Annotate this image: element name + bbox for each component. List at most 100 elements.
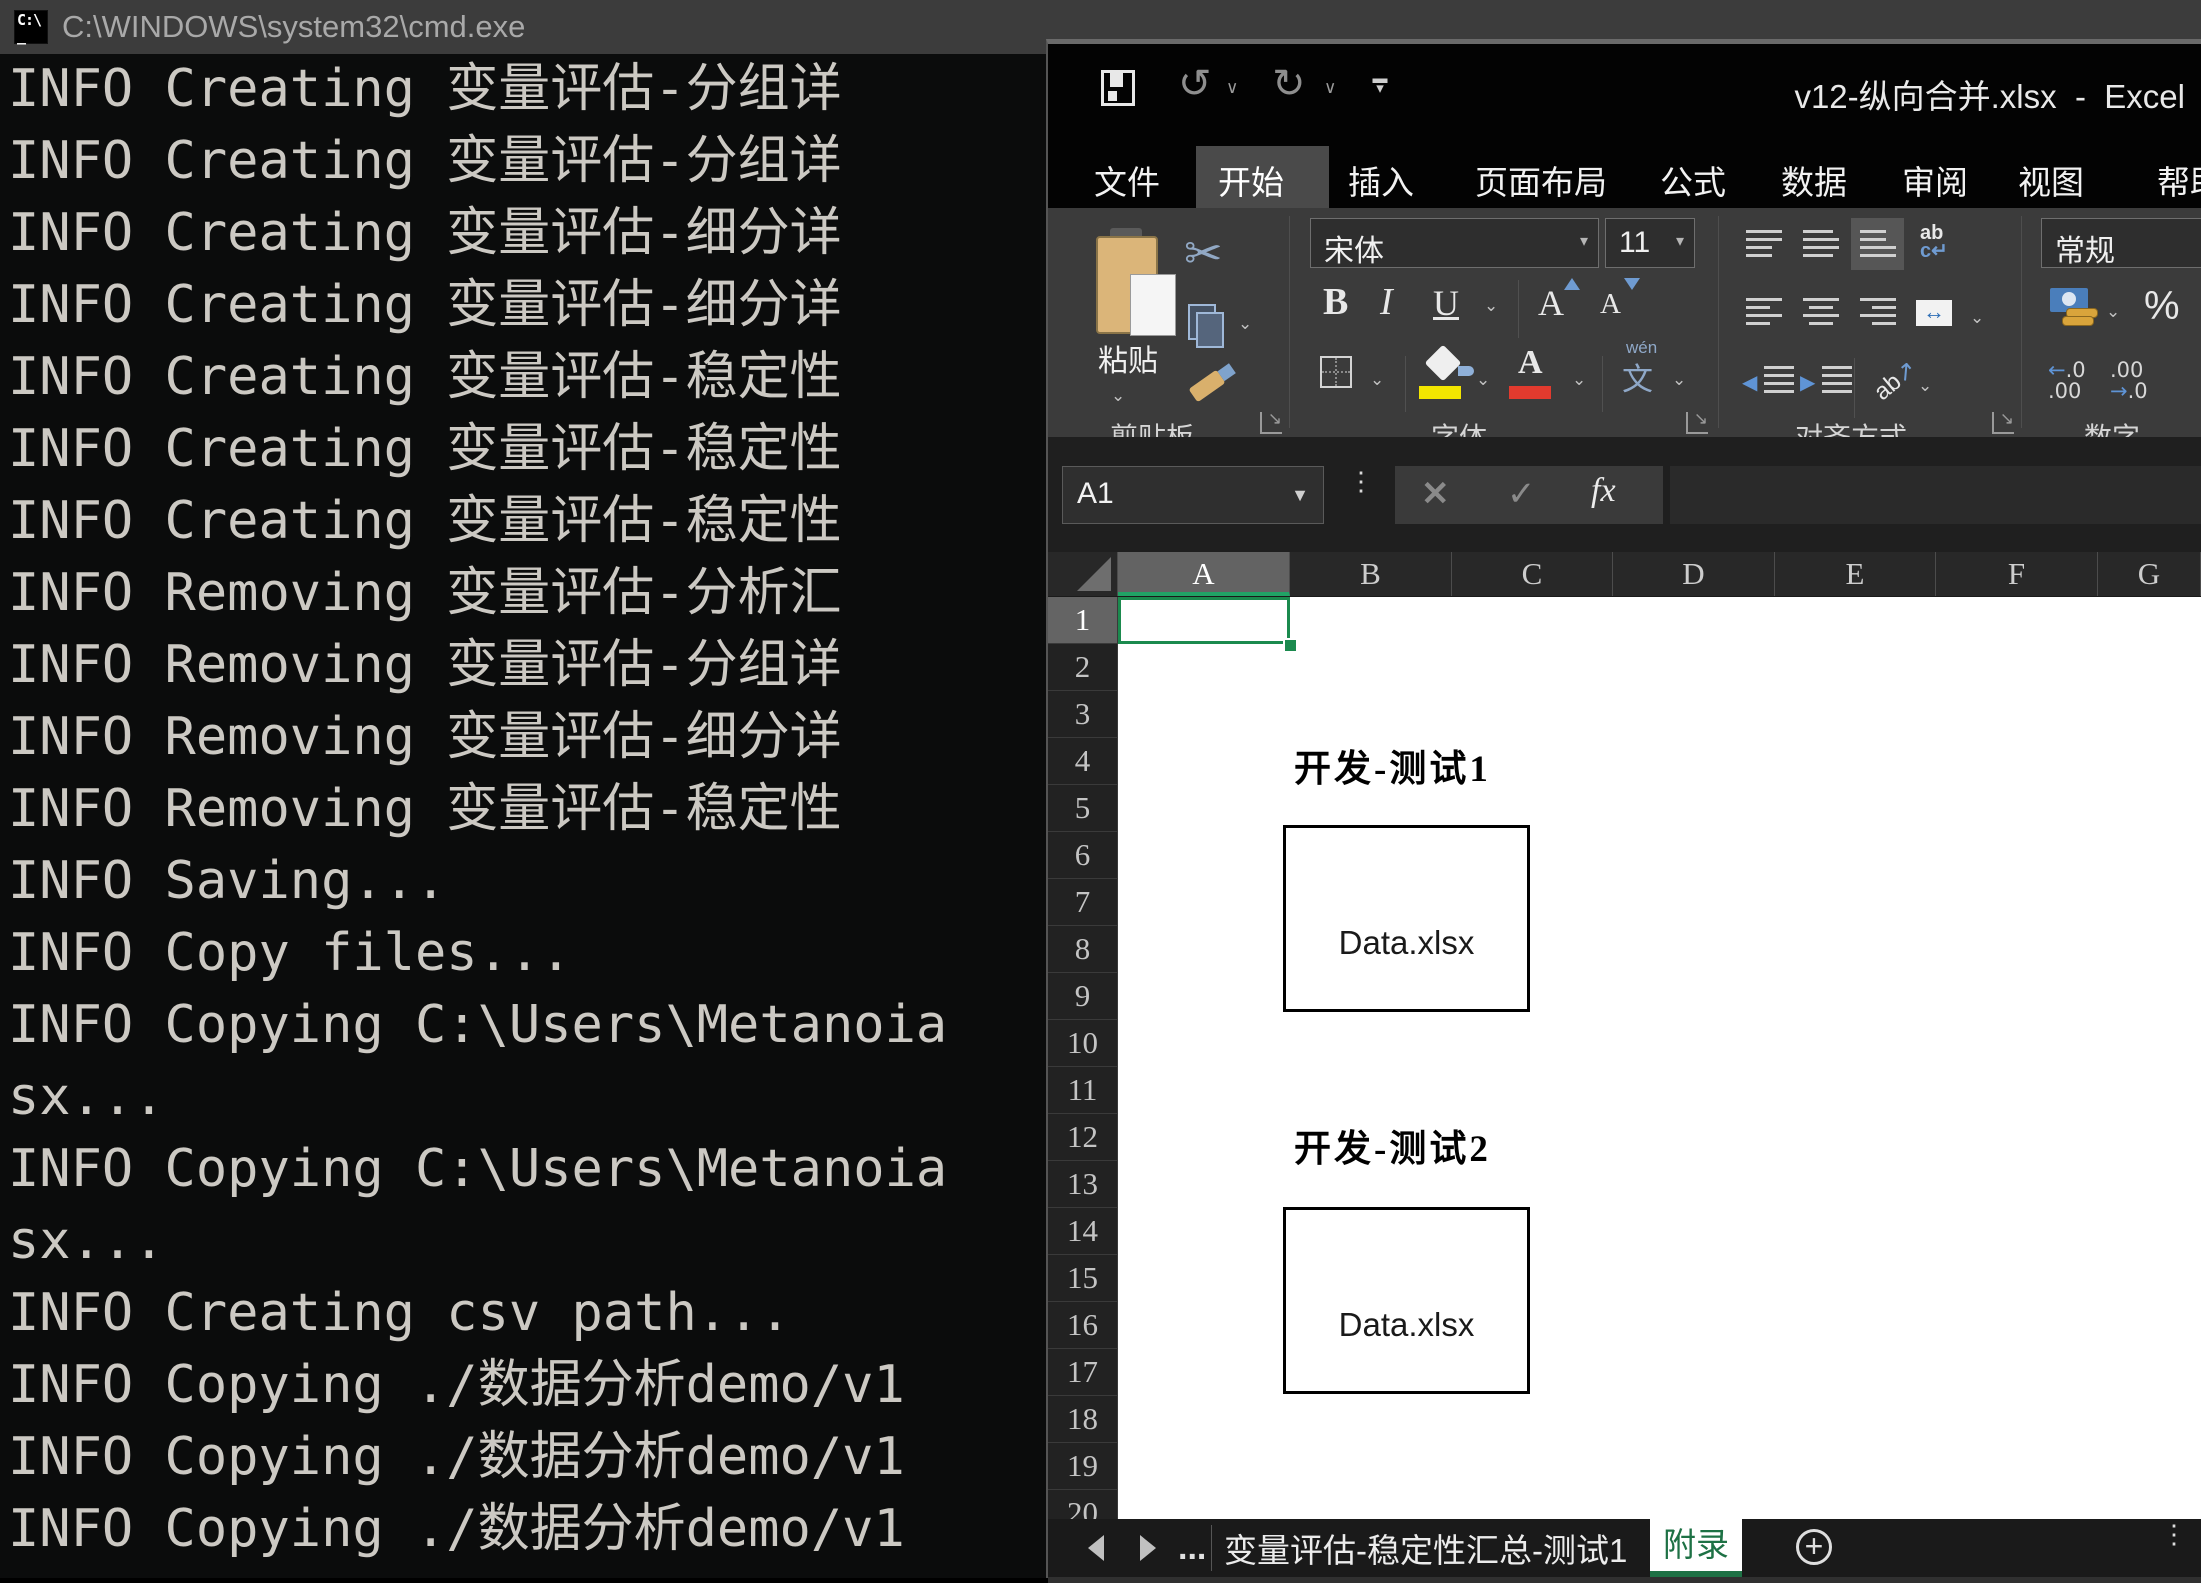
clipboard-dialog-launcher-icon[interactable]: ↘ [1260,412,1282,434]
row-header-16[interactable]: 16 [1048,1302,1118,1349]
next-sheet-icon[interactable] [1140,1535,1156,1561]
row-header-7[interactable]: 7 [1048,879,1118,926]
row-header-3[interactable]: 3 [1048,691,1118,738]
save-icon[interactable] [1101,70,1135,106]
row-header-4[interactable]: 4 [1048,738,1118,785]
grow-font-button[interactable]: A [1538,282,1564,324]
enter-icon[interactable]: ✓ [1507,474,1536,514]
shrink-font-button[interactable]: A [1600,288,1621,321]
cut-icon[interactable]: ✂ [1184,226,1223,280]
orientation-icon[interactable]: ab↗ [1868,354,1923,406]
column-header-F[interactable]: F [1936,552,2098,596]
insert-function-icon[interactable]: fx [1591,472,1616,510]
row-header-2[interactable]: 2 [1048,644,1118,691]
borders-dropdown-icon[interactable]: ⌄ [1370,370,1384,390]
selected-cell-a1[interactable] [1118,597,1290,644]
decrease-decimal-icon[interactable]: .00 →.0 [2110,360,2148,402]
row-header-11[interactable]: 11 [1048,1067,1118,1114]
prev-sheet-icon[interactable] [1088,1535,1104,1561]
bold-button[interactable]: B [1323,280,1348,324]
fill-handle[interactable] [1283,638,1298,653]
undo-icon[interactable]: ↺ [1178,64,1212,104]
currency-dropdown-icon[interactable]: ⌄ [2106,302,2120,322]
phonetic-guide-icon[interactable]: wén文 [1622,354,1653,399]
row-header-13[interactable]: 13 [1048,1161,1118,1208]
row-header-5[interactable]: 5 [1048,785,1118,832]
console-line: INFO Copying ./数据分析demo/v1 [8,1352,905,1418]
ribbon-tab-文件[interactable]: 文件 [1094,156,1160,204]
data-xlsx-box-1[interactable]: Data.xlsx [1283,825,1530,1012]
align-left-icon[interactable] [1746,298,1782,326]
ribbon-tab-视图[interactable]: 视图 [2018,156,2084,204]
merge-dropdown-icon[interactable]: ⌄ [1970,308,1984,328]
row-header-9[interactable]: 9 [1048,973,1118,1020]
ribbon-tab-审阅[interactable]: 审阅 [1902,156,1968,204]
align-center-icon[interactable] [1803,298,1839,326]
percent-style-icon[interactable]: % [2144,284,2180,329]
ribbon-tab-页面布局[interactable]: 页面布局 [1475,156,1607,204]
ribbon-tab-公式[interactable]: 公式 [1660,156,1726,204]
font-color-dropdown-icon[interactable]: ⌄ [1572,370,1586,390]
select-all-corner[interactable] [1048,552,1118,596]
console-line: INFO Creating 变量评估-细分详 [8,200,842,266]
column-header-E[interactable]: E [1775,552,1936,596]
row-header-17[interactable]: 17 [1048,1349,1118,1396]
column-header-A[interactable]: A [1118,552,1290,596]
fill-color-dropdown-icon[interactable]: ⌄ [1476,370,1490,390]
data-xlsx-box-2[interactable]: Data.xlsx [1283,1207,1530,1394]
name-box[interactable]: A1▼ [1062,466,1324,524]
sheet-list-ellipsis[interactable]: ... [1178,1529,1206,1568]
row-header-10[interactable]: 10 [1048,1020,1118,1067]
add-sheet-icon[interactable]: + [1796,1529,1832,1565]
ribbon-tab-开始[interactable]: 开始 [1218,156,1284,204]
sheetbar-more-icon[interactable]: ⋮ [2161,1527,2187,1541]
row-header-8[interactable]: 8 [1048,926,1118,973]
ribbon-tab-插入[interactable]: 插入 [1348,156,1414,204]
column-header-C[interactable]: C [1452,552,1613,596]
alignment-dialog-launcher-icon[interactable]: ↘ [1992,412,2014,434]
redo-dropdown-icon[interactable]: ∨ [1324,78,1336,98]
wrap-text-icon[interactable]: abc↵ [1920,224,1948,260]
row-header-15[interactable]: 15 [1048,1255,1118,1302]
row-header-6[interactable]: 6 [1048,832,1118,879]
font-size-select[interactable]: 11▾ [1605,218,1695,268]
increase-decimal-icon[interactable]: ←.0 .00 [2048,360,2086,402]
copy-icon[interactable] [1188,304,1216,340]
row-header-12[interactable]: 12 [1048,1114,1118,1161]
cancel-icon[interactable]: ✕ [1421,474,1450,514]
sheet-tab-stability[interactable]: 变量评估-稳定性汇总-测试1 [1224,1524,1627,1572]
row-header-14[interactable]: 14 [1048,1208,1118,1255]
sheet-grid[interactable]: 开发-测试1 Data.xlsx 开发-测试2 Data.xlsx [1118,597,2201,1522]
underline-dropdown-icon[interactable]: ⌄ [1484,296,1498,316]
align-top-icon[interactable] [1746,230,1782,258]
sheet-tab-appendix-active[interactable]: 附录 [1650,1519,1742,1577]
number-format-select[interactable]: 常规 [2041,218,2201,268]
borders-icon[interactable] [1320,356,1352,388]
column-header-D[interactable]: D [1613,552,1775,596]
orientation-dropdown-icon[interactable]: ⌄ [1918,376,1932,396]
align-middle-icon[interactable] [1803,230,1839,258]
merge-center-icon[interactable]: ↔ [1916,300,1952,326]
copy-dropdown-icon[interactable]: ⌄ [1238,314,1252,334]
row-header-19[interactable]: 19 [1048,1443,1118,1490]
format-painter-icon[interactable] [1188,370,1225,403]
row-header-1[interactable]: 1 [1048,597,1118,644]
redo-icon[interactable]: ↻ [1272,64,1306,104]
ribbon-tab-数据[interactable]: 数据 [1781,156,1847,204]
qat-customize-icon[interactable]: ▬▾ [1371,74,1389,94]
font-name-select[interactable]: 宋体▾ [1310,218,1599,268]
column-header-G[interactable]: G [2098,552,2201,596]
underline-button[interactable]: U [1433,282,1459,324]
align-bottom-icon[interactable] [1860,230,1896,258]
paste-dropdown-icon[interactable]: ⌄ [1111,386,1125,406]
undo-dropdown-icon[interactable]: ∨ [1226,78,1238,98]
italic-button[interactable]: I [1380,280,1393,324]
column-header-B[interactable]: B [1290,552,1452,596]
phonetic-dropdown-icon[interactable]: ⌄ [1672,370,1686,390]
formula-bar-grip-icon[interactable]: ⋮ [1348,475,1374,488]
align-right-icon[interactable] [1860,298,1896,326]
formula-input[interactable] [1670,466,2201,524]
ribbon-tab-帮助[interactable]: 帮助 [2157,156,2201,204]
row-header-18[interactable]: 18 [1048,1396,1118,1443]
font-dialog-launcher-icon[interactable]: ↘ [1686,412,1708,434]
